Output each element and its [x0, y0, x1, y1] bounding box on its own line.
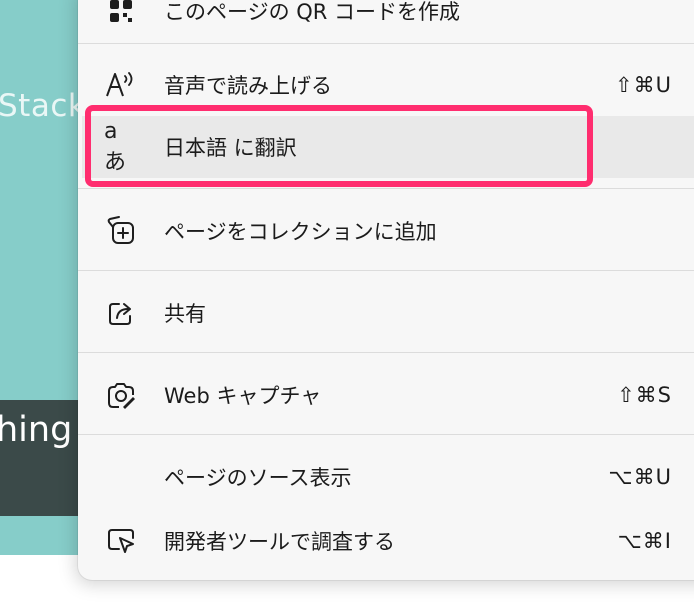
annotation-highlight-box: [85, 105, 593, 187]
shortcut-label: ⇧⌘S: [617, 383, 672, 407]
menu-divider: [78, 43, 694, 44]
share-icon: [104, 296, 138, 330]
shortcut-label: ⇧⌘U: [615, 73, 672, 97]
context-menu: このページの QR コードを作成 音声で読み上げる ⇧⌘U aあ 日本語 に翻訳…: [78, 0, 694, 580]
menu-item-web-capture[interactable]: Web キャプチャ ⇧⌘S: [78, 366, 694, 424]
menu-item-label: 共有: [164, 302, 206, 326]
menu-divider: [78, 188, 694, 189]
menu-item-label: 開発者ツールで調査する: [164, 530, 395, 554]
menu-item-create-qr[interactable]: このページの QR コードを作成: [78, 0, 694, 40]
web-capture-icon: [104, 378, 138, 412]
menu-divider: [78, 434, 694, 435]
qr-code-icon: [104, 0, 138, 28]
menu-item-label: ページをコレクションに追加: [164, 220, 437, 244]
menu-item-add-to-collection[interactable]: ページをコレクションに追加: [78, 202, 694, 260]
add-collection-icon: [104, 214, 138, 248]
menu-item-inspect-devtools[interactable]: 開発者ツールで調査する ⌥⌘I: [78, 512, 694, 570]
menu-divider: [78, 270, 694, 271]
background-text-bottom: hing: [0, 410, 73, 450]
menu-item-view-source[interactable]: ページのソース表示 ⌥⌘U: [78, 448, 694, 506]
menu-item-label: Web キャプチャ: [164, 384, 322, 408]
menu-item-label: このページの QR コードを作成: [164, 0, 461, 24]
shortcut-label: ⌥⌘U: [608, 465, 672, 489]
shortcut-label: ⌥⌘I: [617, 529, 672, 553]
menu-divider: [78, 352, 694, 353]
devtools-icon: [104, 524, 138, 558]
menu-item-label: ページのソース表示: [164, 466, 352, 490]
menu-item-share[interactable]: 共有: [78, 284, 694, 342]
speak-text-icon: [104, 68, 138, 102]
background-text-top: Stack: [0, 88, 87, 124]
menu-item-label: 音声で読み上げる: [164, 74, 332, 98]
